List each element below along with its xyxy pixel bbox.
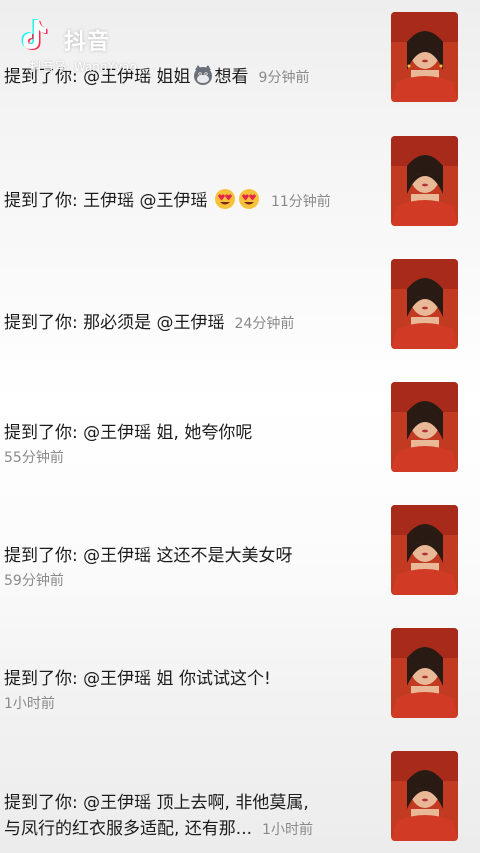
video-thumbnail[interactable] [391, 136, 458, 226]
app-name: 抖音 [64, 30, 111, 55]
mention-message: 提到了你: @王伊瑶 这还不是大美女呀 [4, 543, 370, 569]
list-item[interactable]: 提到了你: @王伊瑶 姐 你试试这个! 1小时前 [0, 615, 480, 738]
list-item-text: 提到了你: @王伊瑶 姐 你试试这个! 1小时前 [4, 665, 370, 715]
timestamp: 1小时前 [4, 696, 55, 712]
heart-eyes-icon [214, 188, 236, 210]
mention-message: 提到了你: 那必须是 @王伊瑶 24分钟前 [4, 310, 370, 337]
mention-message: 提到了你: 王伊瑶 @王伊瑶 11分钟前 [4, 188, 370, 215]
tiktok-watermark: 抖音 抖音号: WangYyao [8, 10, 208, 74]
mention-prefix: 提到了你: [4, 312, 84, 333]
list-item[interactable]: 提到了你: @王伊瑶 这还不是大美女呀 59分钟前 [0, 492, 480, 615]
mention-text: @王伊瑶 顶上去啊, 非他莫属, [83, 792, 309, 813]
mention-message: 提到了你: @王伊瑶 姐 你试试这个! [4, 666, 370, 692]
mention-text: 那必须是 @王伊瑶 [83, 312, 225, 333]
video-thumbnail[interactable] [391, 259, 458, 349]
list-item-text: 提到了你: 王伊瑶 @王伊瑶 11分钟前 [4, 186, 370, 216]
account-id: 抖音号: WangYyao [30, 60, 137, 74]
mention-text: @王伊瑶 姐 你试试这个! [83, 669, 271, 689]
video-thumbnail[interactable] [391, 12, 458, 102]
mention-message-line2: 与凤行的红衣服多适配, 还有那... 1小时前 [4, 816, 370, 843]
list-item[interactable]: 提到了你: @王伊瑶 顶上去啊, 非他莫属, 与凤行的红衣服多适配, 还有那..… [0, 738, 480, 853]
mention-prefix: 提到了你: [4, 669, 84, 689]
timestamp: 1小时前 [262, 821, 313, 838]
mention-message: 提到了你: @王伊瑶 姐, 她夸你呢 [4, 420, 370, 446]
list-item-text: 提到了你: @王伊瑶 这还不是大美女呀 59分钟前 [4, 542, 370, 592]
mention-list: 提到了你: @王伊瑶 姐姐 想看 9分钟前 提到了你: 王伊瑶 @王伊瑶 11分钟前… [0, 0, 480, 853]
timestamp: 59分钟前 [4, 573, 64, 589]
mention-prefix: 提到了你: [4, 792, 84, 813]
timestamp: 24分钟前 [234, 315, 295, 332]
list-item-text: 提到了你: @王伊瑶 姐, 她夸你呢 55分钟前 [4, 419, 370, 469]
list-item-text: 提到了你: @王伊瑶 顶上去啊, 非他莫属, 与凤行的红衣服多适配, 还有那..… [4, 788, 370, 844]
mention-prefix: 提到了你: [4, 546, 84, 566]
timestamp: 9分钟前 [258, 69, 310, 86]
list-item[interactable]: 提到了你: 那必须是 @王伊瑶 24分钟前 [0, 246, 480, 369]
mention-text: 王伊瑶 @王伊瑶 [83, 190, 213, 211]
video-thumbnail[interactable] [391, 382, 458, 472]
video-thumbnail[interactable] [391, 751, 458, 841]
list-item[interactable]: 提到了你: @王伊瑶 姐, 她夸你呢 55分钟前 [0, 369, 480, 492]
timestamp: 11分钟前 [270, 193, 331, 210]
mention-text-line2: 与凤行的红衣服多适配, 还有那... [4, 818, 253, 839]
mention-prefix: 提到了你: [4, 190, 84, 211]
mention-text: @王伊瑶 姐, 她夸你呢 [83, 423, 253, 443]
mention-suffix: 想看 [214, 66, 249, 87]
list-item[interactable]: 提到了你: 王伊瑶 @王伊瑶 11分钟前 [0, 123, 480, 246]
mention-message: 提到了你: @王伊瑶 顶上去啊, 非他莫属, [4, 790, 370, 816]
tiktok-logo-icon [14, 14, 54, 54]
timestamp: 55分钟前 [4, 450, 64, 466]
heart-eyes-icon [238, 188, 260, 210]
mention-prefix: 提到了你: [4, 423, 84, 443]
video-thumbnail[interactable] [391, 628, 458, 718]
mention-text: @王伊瑶 这还不是大美女呀 [83, 546, 293, 566]
list-item-text: 提到了你: 那必须是 @王伊瑶 24分钟前 [4, 308, 370, 338]
video-thumbnail[interactable] [391, 505, 458, 595]
